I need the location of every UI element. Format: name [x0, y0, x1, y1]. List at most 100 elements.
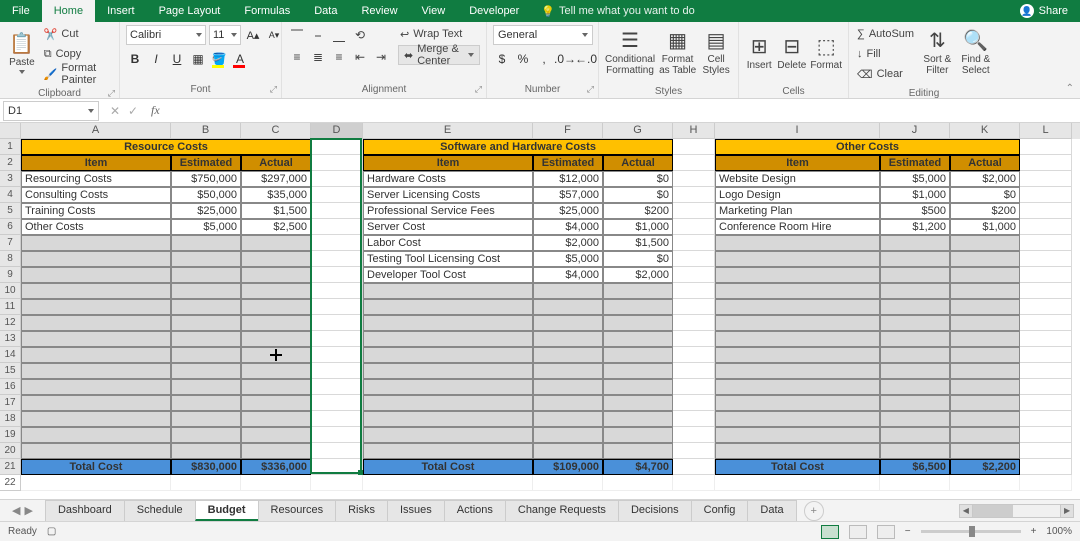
cell-K18[interactable] — [950, 411, 1020, 427]
cell-H21[interactable] — [673, 459, 715, 475]
cell-E7[interactable]: Labor Cost — [363, 235, 533, 251]
cell-D8[interactable] — [311, 251, 363, 267]
cell-C13[interactable] — [241, 331, 311, 347]
cell-F14[interactable] — [533, 347, 603, 363]
cell-K16[interactable] — [950, 379, 1020, 395]
cell-J22[interactable] — [880, 475, 950, 491]
cut-button[interactable]: ✂️Cut — [42, 25, 113, 43]
cell-C20[interactable] — [241, 443, 311, 459]
cell-H6[interactable] — [673, 219, 715, 235]
cell-J7[interactable] — [880, 235, 950, 251]
cell-A18[interactable] — [21, 411, 171, 427]
cell-A3[interactable]: Resourcing Costs — [21, 171, 171, 187]
cell-L11[interactable] — [1020, 299, 1072, 315]
cell-G8[interactable]: $0 — [603, 251, 673, 267]
cell-D21[interactable] — [311, 459, 363, 475]
cell-H17[interactable] — [673, 395, 715, 411]
column-header-C[interactable]: C — [241, 123, 311, 139]
find-select-button[interactable]: 🔍Find & Select — [959, 25, 993, 81]
zoom-slider[interactable] — [921, 530, 1021, 533]
row-header-14[interactable]: 14 — [0, 347, 21, 363]
enter-formula-button[interactable]: ✓ — [125, 104, 141, 118]
font-color-button[interactable]: A — [231, 50, 249, 68]
collapse-ribbon-button[interactable]: ⌃ — [1066, 83, 1074, 94]
cell-L15[interactable] — [1020, 363, 1072, 379]
menu-page-layout[interactable]: Page Layout — [147, 0, 233, 22]
cell-A17[interactable] — [21, 395, 171, 411]
increase-decimal-button[interactable]: .0→ — [556, 50, 574, 68]
cell-E11[interactable] — [363, 299, 533, 315]
cell-F9[interactable]: $4,000 — [533, 267, 603, 283]
cell-L3[interactable] — [1020, 171, 1072, 187]
cell-E14[interactable] — [363, 347, 533, 363]
row-header-13[interactable]: 13 — [0, 331, 21, 347]
cell-I17[interactable] — [715, 395, 880, 411]
row-header-6[interactable]: 6 — [0, 219, 21, 235]
cell-L17[interactable] — [1020, 395, 1072, 411]
menu-view[interactable]: View — [410, 0, 458, 22]
cell-K9[interactable] — [950, 267, 1020, 283]
cell-H13[interactable] — [673, 331, 715, 347]
cell-J15[interactable] — [880, 363, 950, 379]
cell-I21[interactable]: Total Cost — [715, 459, 880, 475]
cell-I1[interactable]: Other Costs — [715, 139, 1020, 155]
cell-F12[interactable] — [533, 315, 603, 331]
cell-C14[interactable] — [241, 347, 311, 363]
scroll-thumb[interactable] — [973, 505, 1013, 517]
cell-E15[interactable] — [363, 363, 533, 379]
row-header-22[interactable]: 22 — [0, 475, 21, 491]
cell-D18[interactable] — [311, 411, 363, 427]
cell-J20[interactable] — [880, 443, 950, 459]
cell-H2[interactable] — [673, 155, 715, 171]
cell-L5[interactable] — [1020, 203, 1072, 219]
font-size-select[interactable]: 11 — [209, 25, 241, 45]
sheet-tab-schedule[interactable]: Schedule — [124, 500, 196, 521]
delete-cells-button[interactable]: ⊟Delete — [777, 25, 806, 81]
cell-I14[interactable] — [715, 347, 880, 363]
cell-G17[interactable] — [603, 395, 673, 411]
cell-E13[interactable] — [363, 331, 533, 347]
cell-J8[interactable] — [880, 251, 950, 267]
dialog-launcher-icon[interactable]: ⤢ — [108, 88, 115, 99]
cell-F4[interactable]: $57,000 — [533, 187, 603, 203]
cell-B7[interactable] — [171, 235, 241, 251]
number-format-select[interactable]: General — [493, 25, 593, 45]
cell-C8[interactable] — [241, 251, 311, 267]
cell-G20[interactable] — [603, 443, 673, 459]
cell-G10[interactable] — [603, 283, 673, 299]
cell-K3[interactable]: $2,000 — [950, 171, 1020, 187]
cell-E10[interactable] — [363, 283, 533, 299]
cell-E21[interactable]: Total Cost — [363, 459, 533, 475]
cell-C10[interactable] — [241, 283, 311, 299]
cell-K12[interactable] — [950, 315, 1020, 331]
sheet-nav-first[interactable]: ◀ — [12, 504, 20, 517]
insert-cells-button[interactable]: ⊞Insert — [745, 25, 773, 81]
format-cells-button[interactable]: ⬚Format — [810, 25, 842, 81]
cells-area[interactable]: Resource CostsItemEstimatedActualResourc… — [21, 139, 1080, 499]
cell-E9[interactable]: Developer Tool Cost — [363, 267, 533, 283]
align-right-button[interactable]: ≡ — [330, 48, 348, 66]
cell-H19[interactable] — [673, 427, 715, 443]
format-as-table-button[interactable]: ▦Format as Table — [659, 25, 696, 81]
sheet-tab-actions[interactable]: Actions — [444, 500, 506, 521]
cell-B20[interactable] — [171, 443, 241, 459]
cell-B5[interactable]: $25,000 — [171, 203, 241, 219]
name-box[interactable]: D1 — [3, 101, 99, 121]
zoom-out-button[interactable]: − — [905, 526, 911, 537]
cell-H22[interactable] — [673, 475, 715, 491]
cell-B4[interactable]: $50,000 — [171, 187, 241, 203]
row-header-10[interactable]: 10 — [0, 283, 21, 299]
cell-F2[interactable]: Estimated — [533, 155, 603, 171]
column-header-A[interactable]: A — [21, 123, 171, 139]
row-header-19[interactable]: 19 — [0, 427, 21, 443]
cell-B13[interactable] — [171, 331, 241, 347]
cell-I6[interactable]: Conference Room Hire — [715, 219, 880, 235]
cell-G14[interactable] — [603, 347, 673, 363]
cell-J21[interactable]: $6,500 — [880, 459, 950, 475]
dialog-launcher-icon[interactable]: ⤢ — [270, 84, 277, 95]
formula-input[interactable] — [164, 102, 1080, 120]
zoom-in-button[interactable]: + — [1031, 526, 1037, 537]
fill-button[interactable]: ↓Fill — [855, 45, 916, 63]
cell-J13[interactable] — [880, 331, 950, 347]
cell-E12[interactable] — [363, 315, 533, 331]
